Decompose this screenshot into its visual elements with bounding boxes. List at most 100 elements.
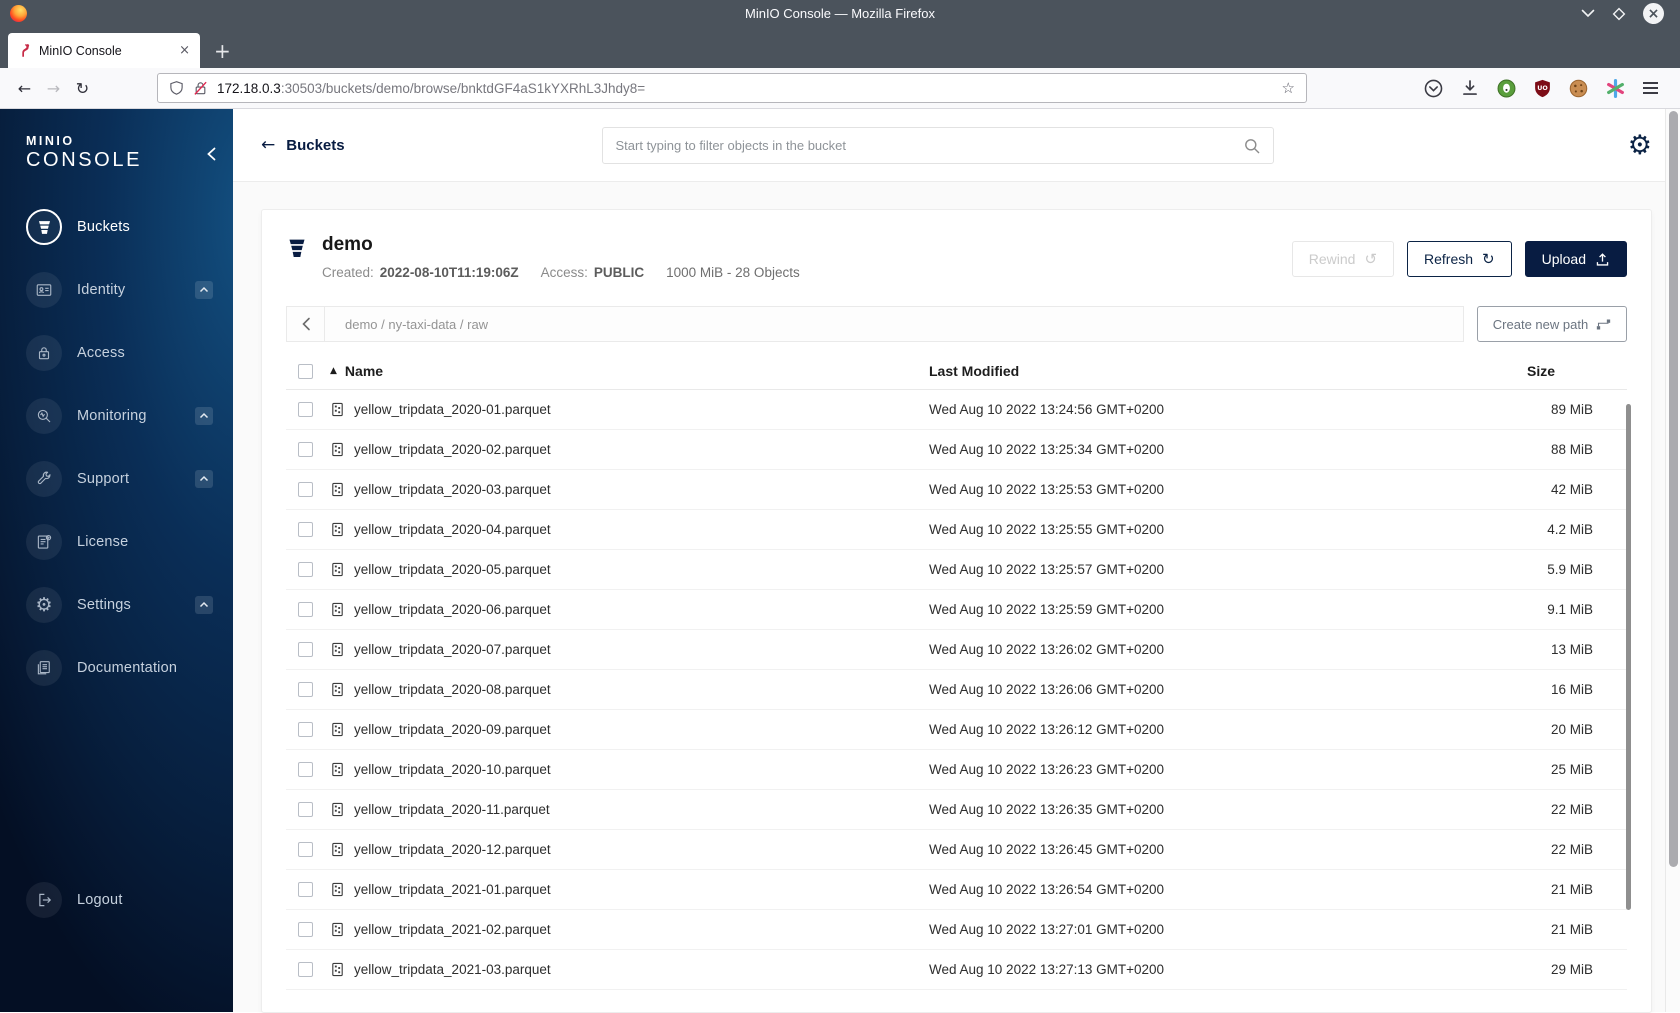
sidebar-item-documentation[interactable]: Documentation	[0, 646, 233, 690]
object-name[interactable]: yellow_tripdata_2020-05.parquet	[354, 562, 551, 577]
table-row[interactable]: yellow_tripdata_2021-03.parquet Wed Aug …	[286, 950, 1627, 990]
sidebar-item-access[interactable]: Access	[0, 331, 233, 375]
window-maximize-icon[interactable]	[1612, 7, 1626, 21]
object-name[interactable]: yellow_tripdata_2020-03.parquet	[354, 482, 551, 497]
sidebar-item-monitoring[interactable]: Monitoring	[0, 394, 233, 438]
table-row[interactable]: yellow_tripdata_2020-03.parquet Wed Aug …	[286, 470, 1627, 510]
url-text[interactable]: 172.18.0.3:30503/buckets/demo/browse/bnk…	[217, 81, 645, 96]
row-checkbox[interactable]	[298, 722, 313, 738]
column-header-size[interactable]: Size	[1477, 363, 1627, 379]
window-close-icon[interactable]: ×	[1643, 3, 1664, 24]
ublock-origin-icon[interactable]: UO	[1534, 79, 1551, 98]
table-row[interactable]: yellow_tripdata_2020-01.parquet Wed Aug …	[286, 390, 1627, 430]
upload-button[interactable]: Upload	[1524, 241, 1627, 277]
row-checkbox[interactable]	[298, 762, 313, 778]
object-name[interactable]: yellow_tripdata_2021-02.parquet	[354, 922, 551, 937]
browser-tab[interactable]: MinIO Console ×	[8, 33, 200, 68]
object-name[interactable]: yellow_tripdata_2020-12.parquet	[354, 842, 551, 857]
chevron-up-icon[interactable]	[195, 281, 213, 299]
create-new-path-button[interactable]: Create new path	[1477, 306, 1627, 342]
asterisk-extension-icon[interactable]	[1606, 78, 1625, 98]
chevron-up-icon[interactable]	[195, 596, 213, 614]
table-row[interactable]: yellow_tripdata_2021-02.parquet Wed Aug …	[286, 910, 1627, 950]
sidebar-collapse-icon[interactable]	[206, 147, 217, 161]
row-checkbox[interactable]	[298, 442, 313, 458]
object-name[interactable]: yellow_tripdata_2020-01.parquet	[354, 402, 551, 417]
row-checkbox[interactable]	[298, 682, 313, 698]
column-header-name[interactable]: Name	[345, 363, 383, 379]
object-name[interactable]: yellow_tripdata_2020-11.parquet	[354, 802, 550, 817]
table-row[interactable]: yellow_tripdata_2020-04.parquet Wed Aug …	[286, 510, 1627, 550]
table-row[interactable]: yellow_tripdata_2020-12.parquet Wed Aug …	[286, 830, 1627, 870]
sort-ascending-icon[interactable]: ▲	[330, 366, 337, 376]
bookmark-star-icon[interactable]: ☆	[1282, 79, 1295, 97]
object-name[interactable]: yellow_tripdata_2020-07.parquet	[354, 642, 551, 657]
object-filter-search[interactable]	[601, 127, 1274, 164]
object-name[interactable]: yellow_tripdata_2020-09.parquet	[354, 722, 551, 737]
row-checkbox[interactable]	[298, 522, 313, 538]
tracking-shield-icon[interactable]	[169, 80, 184, 96]
breadcrumb[interactable]: demo / ny-taxi-data / raw	[325, 317, 508, 332]
sidebar-item-support[interactable]: Support	[0, 457, 233, 501]
access-value: PUBLIC	[593, 265, 645, 280]
row-checkbox[interactable]	[298, 802, 313, 818]
window-shade-icon[interactable]	[1581, 9, 1595, 18]
path-back-icon[interactable]	[287, 307, 325, 341]
object-name[interactable]: yellow_tripdata_2021-01.parquet	[354, 882, 551, 897]
table-row[interactable]: yellow_tripdata_2021-01.parquet Wed Aug …	[286, 870, 1627, 910]
table-row[interactable]: yellow_tripdata_2020-11.parquet Wed Aug …	[286, 790, 1627, 830]
row-checkbox[interactable]	[298, 922, 313, 938]
select-all-checkbox[interactable]	[298, 363, 313, 379]
refresh-button[interactable]: Refresh ↻	[1407, 241, 1512, 277]
object-size: 4.2 MiB	[1547, 522, 1593, 537]
object-name[interactable]: yellow_tripdata_2021-03.parquet	[354, 962, 551, 977]
back-icon[interactable]: ←	[12, 79, 37, 98]
row-checkbox[interactable]	[298, 882, 313, 898]
table-row[interactable]: yellow_tripdata_2020-05.parquet Wed Aug …	[286, 550, 1627, 590]
row-checkbox[interactable]	[298, 402, 313, 418]
cookie-icon[interactable]	[1569, 79, 1588, 98]
row-checkbox[interactable]	[298, 602, 313, 618]
table-row[interactable]: yellow_tripdata_2020-07.parquet Wed Aug …	[286, 630, 1627, 670]
url-bar[interactable]: 172.18.0.3:30503/buckets/demo/browse/bnk…	[157, 73, 1307, 103]
download-icon[interactable]	[1461, 79, 1479, 97]
object-name[interactable]: yellow_tripdata_2020-04.parquet	[354, 522, 551, 537]
menu-icon[interactable]	[1643, 81, 1658, 95]
object-name[interactable]: yellow_tripdata_2020-06.parquet	[354, 602, 551, 617]
row-checkbox[interactable]	[298, 482, 313, 498]
table-row[interactable]: yellow_tripdata_2020-06.parquet Wed Aug …	[286, 590, 1627, 630]
table-row[interactable]: yellow_tripdata_2020-02.parquet Wed Aug …	[286, 430, 1627, 470]
sidebar-item-settings[interactable]: ⚙ Settings	[0, 583, 233, 627]
object-name[interactable]: yellow_tripdata_2020-02.parquet	[354, 442, 551, 457]
sidebar-item-label: Documentation	[77, 660, 178, 676]
insecure-lock-icon[interactable]	[193, 80, 208, 96]
reload-icon[interactable]: ↻	[70, 79, 95, 98]
table-row[interactable]: yellow_tripdata_2020-10.parquet Wed Aug …	[286, 750, 1627, 790]
privacy-badger-icon[interactable]	[1497, 79, 1516, 98]
pocket-icon[interactable]	[1424, 79, 1443, 98]
chevron-up-icon[interactable]	[195, 407, 213, 425]
column-header-modified[interactable]: Last Modified	[929, 363, 1477, 379]
new-tab-button[interactable]: +	[214, 41, 231, 61]
sidebar-item-license[interactable]: License	[0, 520, 233, 564]
search-input[interactable]	[615, 138, 1244, 153]
back-to-buckets[interactable]: ← Buckets	[261, 136, 345, 154]
chevron-up-icon[interactable]	[195, 470, 213, 488]
table-scrollbar[interactable]	[1626, 404, 1631, 910]
table-row[interactable]: yellow_tripdata_2020-08.parquet Wed Aug …	[286, 670, 1627, 710]
gear-icon[interactable]: ⚙	[1628, 132, 1652, 159]
row-checkbox[interactable]	[298, 642, 313, 658]
sidebar-item-buckets[interactable]: Buckets	[0, 205, 233, 249]
row-checkbox[interactable]	[298, 562, 313, 578]
object-size: 22 MiB	[1550, 802, 1593, 817]
tab-close-icon[interactable]: ×	[179, 44, 190, 57]
sidebar-item-logout[interactable]: Logout	[0, 878, 233, 922]
object-name[interactable]: yellow_tripdata_2020-10.parquet	[354, 762, 551, 777]
object-name[interactable]: yellow_tripdata_2020-08.parquet	[354, 682, 551, 697]
page-scrollbar-thumb[interactable]	[1669, 111, 1678, 867]
table-row[interactable]: yellow_tripdata_2020-09.parquet Wed Aug …	[286, 710, 1627, 750]
page-scrollbar[interactable]	[1665, 109, 1680, 1012]
row-checkbox[interactable]	[298, 842, 313, 858]
sidebar-item-identity[interactable]: Identity	[0, 268, 233, 312]
row-checkbox[interactable]	[298, 962, 313, 978]
